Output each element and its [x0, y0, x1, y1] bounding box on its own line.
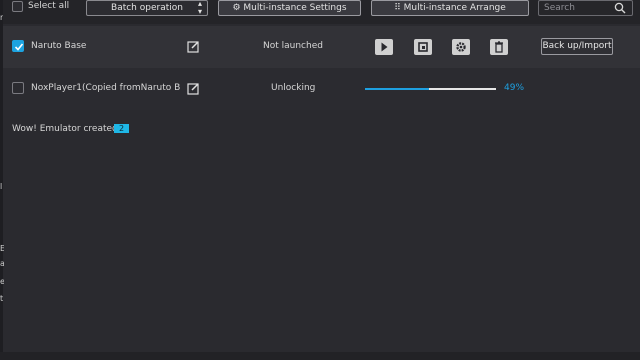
instance-row[interactable]: NoxPlayer1(Copied fromNaruto B Unlocking… [3, 68, 640, 110]
instance-count-badge: 2 [114, 124, 129, 133]
instance-status: Unlocking [271, 83, 316, 93]
search-input[interactable]: Search [544, 3, 575, 13]
updown-arrows-icon: ▴ ▾ [197, 0, 202, 16]
progress-bar [365, 88, 496, 90]
search-icon[interactable] [614, 2, 626, 14]
checkmark-icon [14, 43, 24, 51]
batch-operation-dropdown[interactable]: Batch operation ▴ ▾ [86, 0, 208, 16]
settings-button[interactable] [452, 39, 470, 55]
backup-import-button[interactable]: Back up/Import [541, 38, 613, 55]
multi-instance-arrange-label: Multi-instance Arrange [403, 3, 506, 13]
delete-button[interactable] [490, 39, 508, 55]
play-icon [381, 42, 388, 52]
play-button[interactable] [375, 39, 393, 55]
multi-instance-arrange-button[interactable]: ⠿ Multi-instance Arrange [371, 0, 529, 16]
bottom-bar [0, 352, 640, 360]
multi-instance-settings-label: Multi-instance Settings [243, 3, 347, 13]
notice-text: Wow! Emulator created: [12, 124, 121, 134]
select-all-label: Select all [28, 1, 70, 11]
instance-row[interactable]: Naruto Base Not launched Back up/Import [3, 26, 640, 68]
shortcut-button[interactable] [414, 39, 432, 55]
batch-operation-label: Batch operation [111, 3, 183, 13]
left-edge-char: a [0, 259, 4, 268]
progress-percent: 49% [504, 83, 525, 93]
multi-instance-settings-button[interactable]: ⚙ Multi-instance Settings [218, 0, 361, 16]
grid-icon: ⠿ [394, 3, 401, 13]
gear-icon: ⚙ [232, 3, 241, 13]
instance-name: Naruto Base [31, 41, 87, 51]
left-edge-char: t [0, 294, 4, 303]
gear-icon [456, 42, 466, 52]
instance-status: Not launched [263, 41, 323, 51]
instance-name: NoxPlayer1(Copied fromNaruto B [31, 83, 181, 93]
left-edge-char: e [0, 277, 4, 286]
edit-icon[interactable] [187, 40, 200, 53]
shortcut-icon [418, 42, 428, 52]
instance-checkbox[interactable] [12, 82, 24, 94]
trash-icon [495, 41, 503, 53]
progress-fill [365, 88, 430, 90]
select-all-checkbox[interactable] [12, 1, 23, 12]
left-edge-char: E [0, 244, 4, 253]
instance-checkbox[interactable] [12, 40, 24, 52]
left-edge-char: l [0, 182, 3, 191]
toolbar: Select all Batch operation ▴ ▾ ⚙ Multi-in… [3, 0, 640, 24]
edit-icon[interactable] [187, 82, 200, 95]
search-box[interactable]: Search [538, 0, 633, 16]
